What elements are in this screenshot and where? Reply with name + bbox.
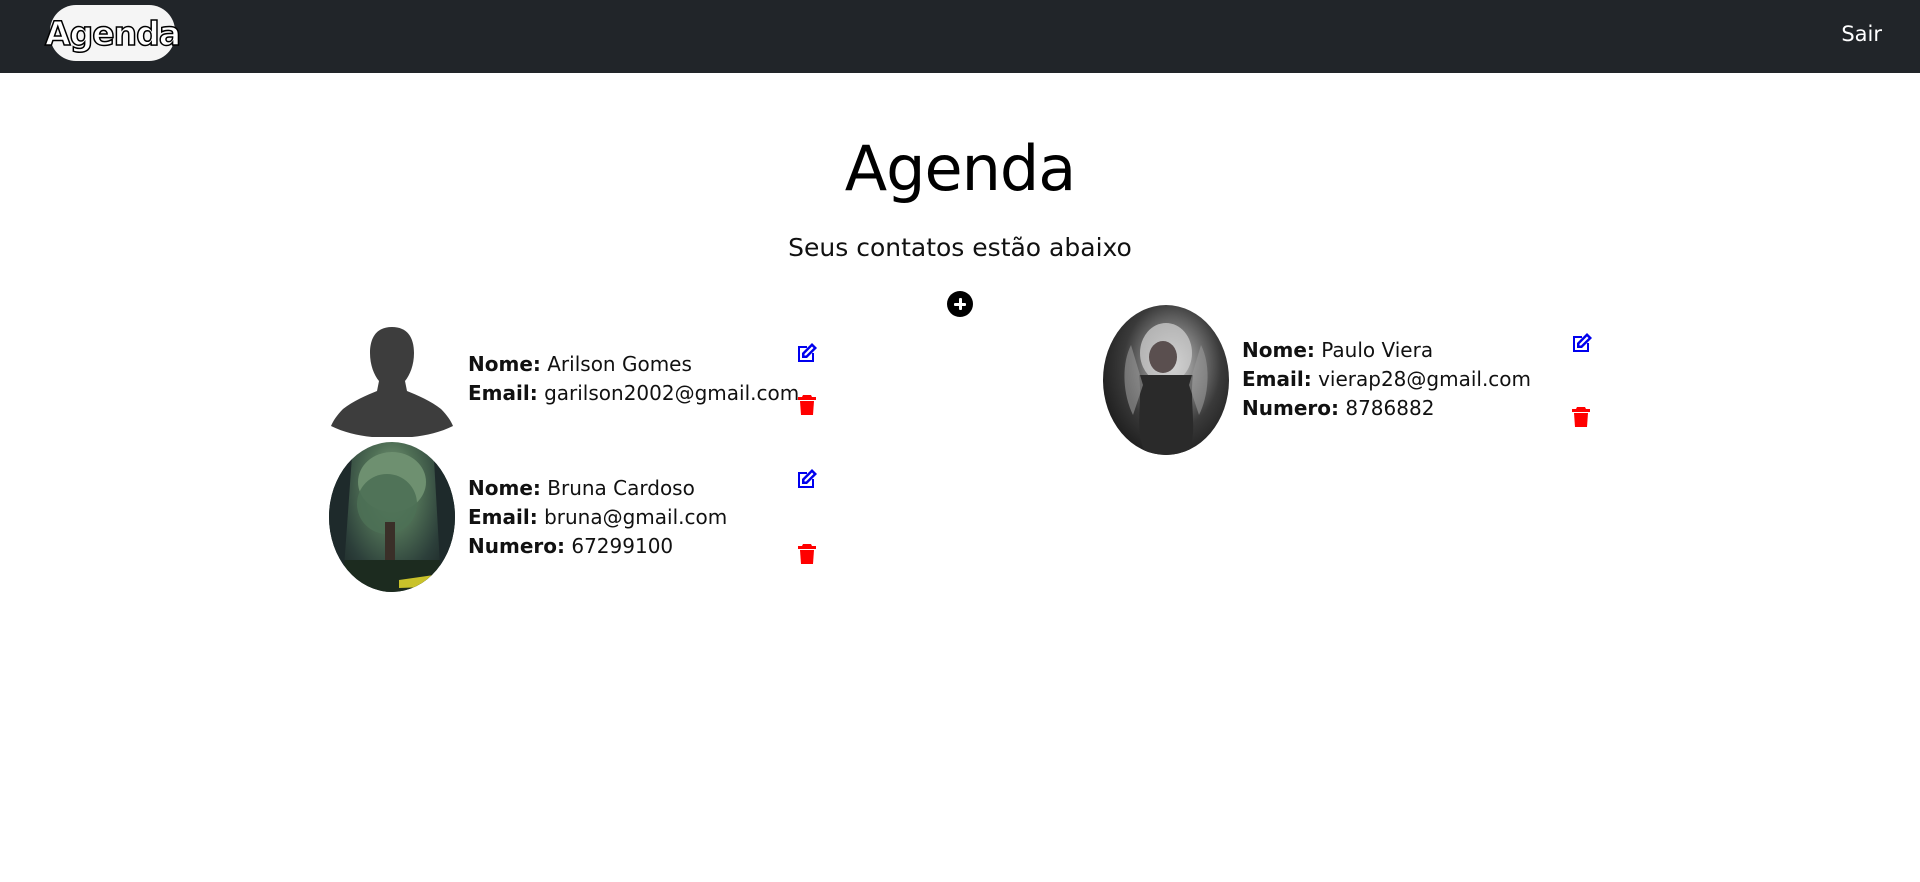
contact-email: bruna@gmail.com [544, 505, 728, 529]
add-contact-button[interactable] [947, 291, 973, 317]
contact-avatar [329, 442, 455, 592]
edit-icon[interactable] [795, 467, 819, 491]
avatar-photo [329, 442, 455, 592]
trash-icon[interactable] [795, 393, 819, 417]
email-label: Email: [468, 505, 538, 529]
email-label: Email: [1242, 367, 1312, 391]
contact-avatar [1103, 305, 1229, 455]
edit-icon[interactable] [1570, 331, 1594, 355]
page-title: Agenda [844, 132, 1077, 205]
name-label: Nome: [468, 352, 541, 376]
contact-number: 67299100 [571, 534, 674, 558]
contact-email: garilson2002@gmail.com [544, 381, 800, 405]
contact-avatar [329, 317, 455, 438]
contact-info: Nome: Arilson Gomes Email: garilson2002@… [468, 350, 799, 408]
edit-icon[interactable] [795, 341, 819, 365]
email-label: Email: [468, 381, 538, 405]
number-label: Numero: [468, 534, 565, 558]
contact-name: Bruna Cardoso [547, 476, 695, 500]
page-subtitle: Seus contatos estão abaixo [788, 233, 1132, 262]
brand-logo[interactable]: Agenda [44, 5, 182, 61]
name-label: Nome: [468, 476, 541, 500]
trash-icon[interactable] [1569, 405, 1593, 429]
trash-icon[interactable] [795, 542, 819, 566]
number-label: Numero: [1242, 396, 1339, 420]
contact-name: Arilson Gomes [547, 352, 692, 376]
contact-name: Paulo Viera [1321, 338, 1434, 362]
contact-info: Nome: Paulo Viera Email: vierap28@gmail.… [1242, 336, 1531, 423]
contact-email: vierap28@gmail.com [1318, 367, 1532, 391]
contact-info: Nome: Bruna Cardoso Email: bruna@gmail.c… [468, 474, 727, 561]
avatar-photo [1124, 323, 1208, 455]
person-silhouette-icon [331, 327, 453, 438]
logout-link[interactable]: Sair [1841, 22, 1882, 46]
name-label: Nome: [1242, 338, 1315, 362]
navbar: Agenda Sair [0, 0, 1920, 73]
contact-number: 8786882 [1345, 396, 1435, 420]
